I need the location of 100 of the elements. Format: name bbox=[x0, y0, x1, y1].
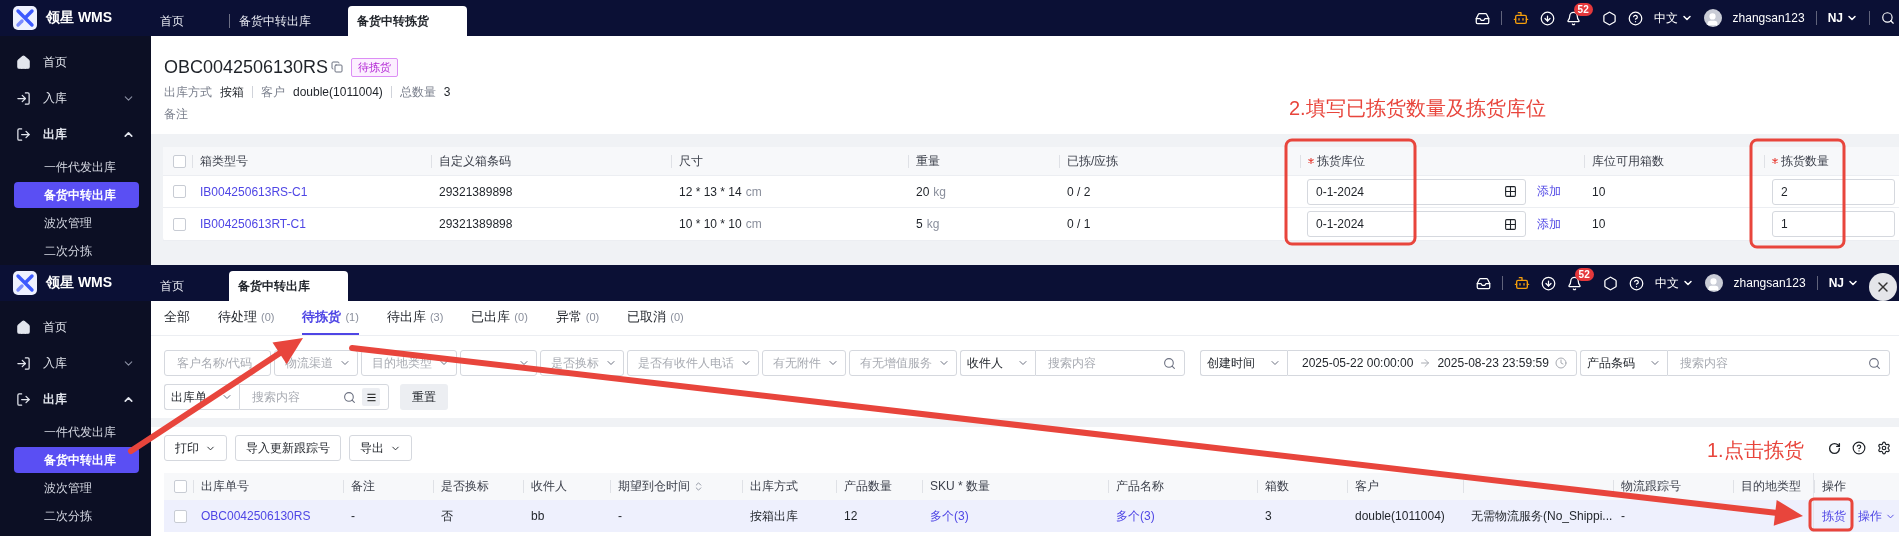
weight-value: 5 bbox=[916, 217, 923, 231]
table-cell: 否 bbox=[441, 507, 453, 525]
column-header: 拣货库位 bbox=[1317, 152, 1365, 170]
table-cell: 0 / 1 bbox=[1067, 217, 1091, 231]
table-link[interactable]: 多个(3) bbox=[930, 507, 969, 525]
column-header: 产品数量 bbox=[844, 478, 892, 495]
column-header: SKU * 数量 bbox=[930, 478, 990, 495]
status-tab[interactable]: 全部 bbox=[164, 301, 190, 335]
page-tab[interactable]: 备货中转出库 bbox=[230, 6, 348, 36]
user-name[interactable]: zhangsan123 bbox=[1733, 276, 1806, 290]
column-header: 是否换标 bbox=[441, 478, 489, 495]
sidebar-subitem[interactable]: 波次管理 bbox=[14, 210, 139, 236]
sidebar-subitem[interactable]: 一件代发出库 bbox=[14, 154, 139, 180]
reset-button[interactable]: 重置 bbox=[400, 384, 448, 410]
column-header: 重量 bbox=[916, 152, 940, 170]
table-cell: 0 / 2 bbox=[1067, 184, 1091, 199]
table-cell: 29321389898 bbox=[439, 217, 513, 231]
sidebar-item[interactable]: 入库 bbox=[43, 354, 110, 372]
status-tag: 待拣货 bbox=[351, 57, 399, 77]
size-value: 10 * 10 * 10 bbox=[679, 217, 742, 231]
table-link[interactable]: 多个(3) bbox=[1116, 507, 1155, 525]
status-tab[interactable]: 异常 (0) bbox=[555, 301, 600, 335]
user-name[interactable]: zhangsan123 bbox=[1732, 11, 1805, 25]
table-cell: 按箱出库 bbox=[750, 507, 798, 525]
sidebar-item[interactable]: 入库 bbox=[43, 89, 110, 107]
sidebar-item[interactable]: 出库 bbox=[43, 125, 110, 143]
sidebar-subitem[interactable]: 备货中转出库 bbox=[14, 447, 139, 473]
language-selector[interactable]: 中文 bbox=[1653, 9, 1693, 27]
location-field[interactable]: 0-1-2024 bbox=[1307, 211, 1526, 237]
meta-label: 出库方式 bbox=[164, 83, 212, 101]
table-cell: 12 bbox=[844, 509, 858, 523]
size-value: 12 * 13 * 14 bbox=[679, 184, 742, 199]
unit-label: cm bbox=[745, 217, 762, 231]
warehouse-selector[interactable]: NJ bbox=[1828, 276, 1859, 290]
weight-value: 20 bbox=[916, 184, 930, 199]
annotation-text: 1.点击拣货 bbox=[1707, 438, 1804, 463]
table-row[interactable]: OBC0042506130RS - 否 bb - 按箱出库 12 多个(3) 多个(3) 3 double(1011004) 无需物流服务(No_Shippi... - 拣货 操作 bbox=[164, 500, 1899, 532]
table-cell: 3 bbox=[1265, 509, 1272, 523]
add-link[interactable]: 添加 bbox=[1537, 215, 1561, 233]
notification-badge: 52 bbox=[1573, 2, 1593, 16]
field-type-dropdown[interactable]: 产品条码 bbox=[1580, 350, 1667, 376]
sidebar-subitem[interactable]: 一件代发出库 bbox=[14, 419, 139, 445]
column-header: 出库单号 bbox=[201, 478, 249, 495]
unit-label: kg bbox=[926, 217, 940, 231]
sidebar-item[interactable]: 首页 bbox=[43, 53, 135, 71]
field-type-dropdown[interactable]: 创建时间 bbox=[1200, 350, 1287, 376]
status-tab[interactable]: 待出库 (3) bbox=[386, 301, 444, 335]
column-header: 出库方式 bbox=[750, 478, 798, 495]
date-range-field[interactable]: 2025-05-22 00:00:00 2025-08-23 23:59:59 bbox=[1287, 350, 1577, 376]
toolbar-button[interactable]: 打印 bbox=[164, 435, 227, 461]
meta-label: 总数量 bbox=[399, 83, 436, 101]
column-header: 箱类型号 bbox=[200, 152, 248, 170]
page-tab[interactable]: 首页 bbox=[151, 271, 229, 301]
box-type-link[interactable]: IB004250613RT-C1 bbox=[200, 217, 306, 231]
column-header: 操作 bbox=[1822, 478, 1846, 495]
location-field[interactable]: 0-1-2024 bbox=[1307, 178, 1526, 205]
table-cell: - bbox=[351, 509, 355, 523]
app-name: 领星 WMS bbox=[46, 274, 113, 292]
add-link[interactable]: 添加 bbox=[1537, 183, 1561, 200]
meta-label: 备注 bbox=[164, 105, 188, 123]
page-tab[interactable]: 备货中转拣货 bbox=[348, 6, 467, 36]
app-name: 领星 WMS bbox=[46, 9, 113, 27]
action-link[interactable]: 操作 bbox=[1858, 507, 1896, 525]
quantity-field[interactable]: 2 bbox=[1772, 178, 1895, 205]
column-header: 期望到仓时间 bbox=[618, 478, 690, 495]
sidebar-subitem[interactable]: 备货中转出库 bbox=[14, 182, 139, 208]
meta-value: 按箱 bbox=[220, 83, 244, 101]
status-tab[interactable]: 已出库 (0) bbox=[471, 301, 528, 335]
page-tab[interactable]: 首页 bbox=[151, 6, 229, 36]
sidebar-subitem[interactable]: 二次分拣 bbox=[14, 238, 139, 264]
column-header: 目的地类型 bbox=[1741, 478, 1801, 495]
quantity-field[interactable]: 1 bbox=[1772, 211, 1895, 237]
meta-value: 3 bbox=[443, 85, 451, 99]
page-tab[interactable]: 备货中转出库 bbox=[229, 271, 348, 301]
column-header: 拣货数量 bbox=[1781, 152, 1829, 170]
status-tab[interactable]: 待拣货 (1) bbox=[302, 301, 359, 335]
sidebar-item[interactable]: 首页 bbox=[43, 318, 135, 336]
column-header: 库位可用箱数 bbox=[1592, 152, 1664, 170]
table-cell: 29321389898 bbox=[439, 184, 513, 199]
toolbar-button[interactable]: 导入更新跟踪号 bbox=[235, 435, 341, 461]
meta-value: double(1011004) bbox=[293, 85, 383, 99]
column-header: 收件人 bbox=[531, 478, 567, 495]
language-selector[interactable]: 中文 bbox=[1654, 274, 1694, 292]
table-cell: 10 bbox=[1592, 217, 1606, 231]
box-type-link[interactable]: IB004250613RS-C1 bbox=[200, 184, 308, 199]
toolbar-button[interactable]: 导出 bbox=[349, 435, 412, 461]
unit-label: kg bbox=[933, 184, 947, 199]
field-type-dropdown[interactable]: 收件人 bbox=[960, 350, 1035, 376]
sidebar-subitem[interactable]: 二次分拣 bbox=[14, 503, 139, 529]
warehouse-selector[interactable]: NJ bbox=[1827, 11, 1858, 25]
sidebar-subitem[interactable]: 波次管理 bbox=[14, 475, 139, 501]
table-link[interactable]: OBC0042506130RS bbox=[201, 509, 311, 523]
status-tab[interactable]: 已取消 (0) bbox=[627, 301, 684, 335]
sidebar-item[interactable]: 出库 bbox=[43, 390, 110, 408]
table-cell: double(1011004) bbox=[1355, 509, 1445, 523]
column-header: 尺寸 bbox=[679, 152, 703, 170]
meta-label: 客户 bbox=[261, 83, 285, 101]
action-link[interactable]: 拣货 bbox=[1822, 507, 1846, 525]
status-tab[interactable]: 待处理 (0) bbox=[218, 301, 275, 335]
column-header: 产品名称 bbox=[1116, 478, 1164, 495]
